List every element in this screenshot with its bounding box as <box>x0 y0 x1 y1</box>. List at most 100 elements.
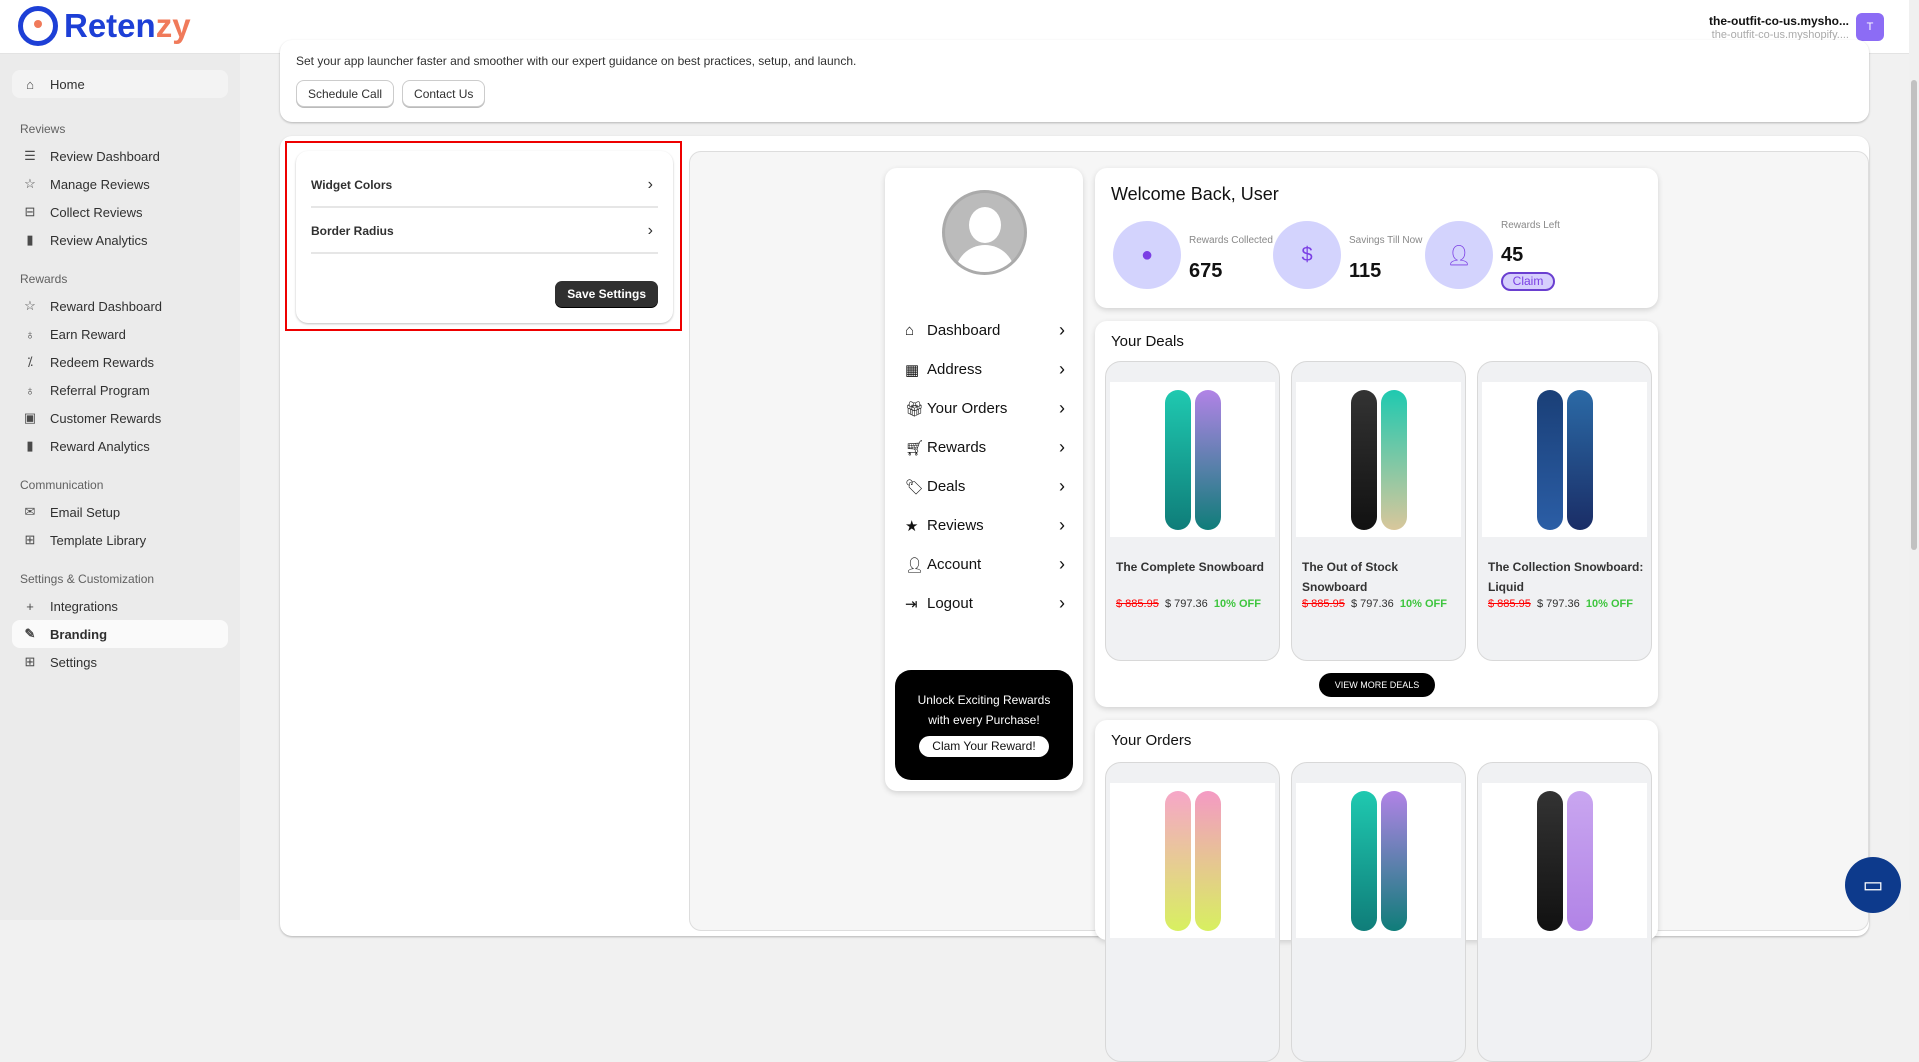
home-icon: ⌂ <box>26 76 34 92</box>
menu-label: Logout <box>927 595 973 612</box>
bar-chart-icon: ▮ <box>26 438 34 453</box>
section-title: Settings & Customization <box>20 572 155 586</box>
border-radius-row[interactable]: Border Radius › <box>311 209 658 254</box>
product-name: The Collection Snowboard: Liquid <box>1488 560 1644 594</box>
menu-item-logout[interactable]: ⇥ Logout › <box>905 593 1065 614</box>
contact-us-button[interactable]: Contact Us <box>402 80 486 107</box>
order-card[interactable] <box>1291 762 1466 1062</box>
menu-item-address[interactable]: ▦ Address › <box>905 359 1065 380</box>
sidebar-item-settings[interactable]: ⊞ Settings <box>12 648 228 676</box>
user-icon: 👤︎ <box>1425 221 1493 289</box>
deal-card[interactable]: The Out of Stock Snowboard $ 885.95 $ 797… <box>1291 361 1466 661</box>
stat-value: 115 <box>1349 260 1382 282</box>
sidebar-item-template-library[interactable]: ⊞ Template Library <box>12 526 228 554</box>
deal-card[interactable]: The Complete Snowboard $ 885.95 $ 797.36 … <box>1105 361 1280 661</box>
menu-item-reviews[interactable]: ★ Reviews › <box>905 515 1065 536</box>
product-image <box>1482 783 1647 938</box>
save-settings-button[interactable]: Save Settings <box>555 281 658 307</box>
sidebar-item-label: Redeem Rewards <box>50 354 155 370</box>
sidebar-item-label: Collect Reviews <box>50 204 143 220</box>
profile-menu-card: ⌂ Dashboard › ▦ Address › 🎁︎ Your Orders › 🛒︎ Rewa… <box>885 168 1083 791</box>
sale-price: $ 797.36 <box>1164 598 1208 610</box>
banner-text: Set your app launcher faster and smoothe… <box>296 54 857 68</box>
sidebar-item-label: Email Setup <box>50 504 121 520</box>
chat-button[interactable]: ▭ <box>1845 857 1901 913</box>
menu-item-your-orders[interactable]: 🎁︎ Your Orders › <box>905 398 1065 419</box>
gift-card-icon: ▣ <box>23 410 37 425</box>
user-circle-icon: ● <box>1113 221 1181 289</box>
sidebar-item-customer-rewards[interactable]: ▣ Customer Rewards <box>12 404 228 432</box>
apps-icon: ⊞ <box>24 532 36 547</box>
gift-icon: 🎁︎ <box>905 400 925 418</box>
menu-label: Your Orders <box>927 400 1008 417</box>
product-image <box>1482 382 1647 537</box>
deal-card[interactable]: The Collection Snowboard: Liquid $ 885.95… <box>1477 361 1652 661</box>
sidebar-item-manage-reviews[interactable]: ☆ Manage Reviews <box>12 170 228 198</box>
chevron-right-icon: › <box>1059 398 1065 418</box>
widget-colors-row[interactable]: Widget Colors › <box>311 163 658 208</box>
menu-label: Deals <box>927 478 966 495</box>
settings-panel: Widget Colors › Border Radius › Save Setti… <box>296 151 673 323</box>
sidebar-item-referral-program[interactable]: ♁ Referral Program <box>12 376 228 404</box>
claim-button[interactable]: Claim <box>1501 272 1555 291</box>
award-icon: ♁ <box>25 382 35 398</box>
sidebar-item-label: Integrations <box>50 598 118 614</box>
menu-item-account[interactable]: 👤︎ Account › <box>905 554 1065 575</box>
sidebar-item-branding[interactable]: ✎ Branding <box>12 620 228 648</box>
inbox-stack-icon: ☰ <box>24 148 36 163</box>
menu-item-dashboard[interactable]: ⌂ Dashboard › <box>905 320 1065 341</box>
sidebar-item-label: Earn Reward <box>50 326 126 342</box>
chevron-right-icon: › <box>647 221 653 239</box>
sidebar-item-email-setup[interactable]: ✉ Email Setup <box>12 498 228 526</box>
sidebar-item-earn-reward[interactable]: ♁ Earn Reward <box>12 320 228 348</box>
widget-colors-label: Widget Colors <box>311 177 393 192</box>
original-price: $ 885.95 <box>1302 598 1345 610</box>
paintbrush-icon: ✎ <box>24 626 36 641</box>
menu-label: Reviews <box>927 517 984 534</box>
promo-box: Unlock Exciting Rewards with every Purch… <box>895 670 1073 780</box>
menu-item-rewards[interactable]: 🛒︎ Rewards › <box>905 437 1065 458</box>
original-price: $ 885.95 <box>1116 598 1159 610</box>
brand-suffix: zy <box>155 7 191 44</box>
schedule-call-button[interactable]: Schedule Call <box>296 80 395 107</box>
sidebar-item-review-dashboard[interactable]: ☰ Review Dashboard <box>12 142 228 170</box>
store-switcher[interactable]: the-outfit-co-us.mysho... the-outfit-co-… <box>1709 14 1849 42</box>
deals-card: Your Deals The Complete Snowboard $ 885.9… <box>1095 321 1658 707</box>
sidebar-item-integrations[interactable]: + Integrations <box>12 592 228 620</box>
avatar[interactable]: T <box>1856 13 1884 41</box>
orders-title: Your Orders <box>1111 732 1192 749</box>
star-icon: ☆ <box>24 298 36 313</box>
sidebar-item-label: Review Dashboard <box>50 148 160 164</box>
sidebar-item-collect-reviews[interactable]: ⊟ Collect Reviews <box>12 198 228 226</box>
product-image <box>1296 382 1461 537</box>
chevron-right-icon: › <box>1059 476 1065 496</box>
star-icon: ☆ <box>24 176 36 191</box>
sidebar-item-label: Reward Analytics <box>50 438 150 454</box>
product-name: The Out of Stock Snowboard <box>1302 560 1398 594</box>
sidebar-item-label: Reward Dashboard <box>50 298 163 314</box>
stat-label: Rewards Left <box>1501 220 1560 231</box>
award-icon: ♁ <box>25 326 35 342</box>
original-price: $ 885.95 <box>1488 598 1531 610</box>
product-image <box>1110 382 1275 537</box>
chevron-right-icon: › <box>1059 320 1065 340</box>
sidebar-item-reward-analytics[interactable]: ▮ Reward Analytics <box>12 432 228 460</box>
sidebar-item-review-analytics[interactable]: ▮ Review Analytics <box>12 226 228 254</box>
order-card[interactable] <box>1477 762 1652 1062</box>
retenzy-logo: Retenzy <box>18 6 191 46</box>
sidebar-item-label: Review Analytics <box>50 232 148 248</box>
product-image <box>1110 783 1275 938</box>
discount-badge: 10% OFF <box>1213 598 1261 610</box>
discount-icon: ⁒ <box>27 354 33 369</box>
menu-item-deals[interactable]: 🏷︎ Deals › <box>905 476 1065 497</box>
order-card[interactable] <box>1105 762 1280 1062</box>
menu-label: Address <box>927 361 983 378</box>
sidebar-item-reward-dashboard[interactable]: ☆ Reward Dashboard <box>12 292 228 320</box>
chevron-right-icon: › <box>1059 359 1065 379</box>
sidebar-item-label: Manage Reviews <box>50 176 150 192</box>
sidebar-item-home[interactable]: ⌂ Home <box>12 70 228 98</box>
claim-reward-button[interactable]: Clam Your Reward! <box>919 736 1049 757</box>
view-more-deals-button[interactable]: VIEW MORE DEALS <box>1319 673 1435 697</box>
sidebar-item-redeem-rewards[interactable]: ⁒ Redeem Rewards <box>12 348 228 376</box>
scrollbar[interactable] <box>1909 0 1919 920</box>
